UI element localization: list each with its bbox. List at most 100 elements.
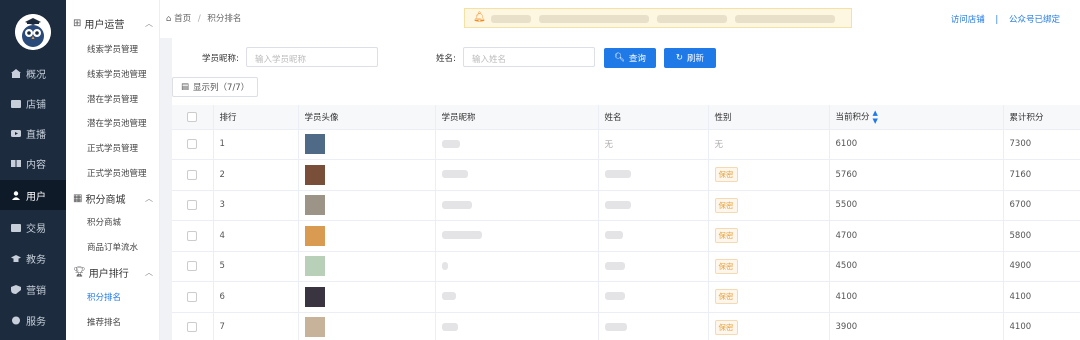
book-icon <box>11 159 21 168</box>
nickname-blurred <box>441 261 448 270</box>
nickname-cell <box>435 281 599 313</box>
header-current-points[interactable]: 当前积分 ▲ ▼ <box>829 105 1004 130</box>
submenu-item[interactable]: 积分商城 <box>87 216 121 228</box>
total-points-cell: 4100 <box>1003 281 1080 313</box>
header-gender: 性别 <box>708 105 830 130</box>
shop-icon <box>11 99 21 108</box>
avatar-cell <box>298 251 436 282</box>
display-columns-button[interactable]: ▤ 显示列（7/7） <box>172 77 259 97</box>
gender-tag: 保密 <box>714 167 738 183</box>
main-nav: 概况 店铺 直播 内容 用户 交易 教务 营销 服务 <box>0 0 66 340</box>
select-cell <box>172 281 214 313</box>
select-all-checkbox[interactable] <box>187 111 198 122</box>
table-row[interactable]: 6 保密 4100 4100 <box>172 281 1080 313</box>
current-points-cell: 3900 <box>829 312 1004 340</box>
live-icon <box>11 129 21 138</box>
name-cell <box>598 312 709 340</box>
select-cell <box>172 159 214 191</box>
submenu-group-ranking[interactable]: 🏆︎ 用户排行 ︿ <box>73 265 153 280</box>
group-title: 用户运营 <box>84 20 125 31</box>
nav-item-trade[interactable]: 交易 <box>0 212 66 242</box>
official-account-link[interactable]: 公众号已绑定 <box>1009 15 1060 25</box>
refresh-icon: ↻ <box>675 53 684 63</box>
gender-tag: 保密 <box>714 319 738 335</box>
table-row[interactable]: 1 无 无 6100 7300 <box>172 129 1080 160</box>
gender-cell: 保密 <box>708 159 830 191</box>
name-blurred <box>604 322 627 331</box>
display-columns-label: 显示列（7/7） <box>193 83 250 93</box>
home-icon: ⌂ <box>166 14 172 24</box>
table-row[interactable]: 4 保密 4700 5800 <box>172 220 1080 252</box>
name-cell: 无 <box>598 129 709 160</box>
chevron-up-icon: ︿ <box>145 194 153 203</box>
table-row[interactable]: 2 保密 5760 7160 <box>172 159 1080 191</box>
owl-logo[interactable] <box>15 14 51 50</box>
submenu-item[interactable]: 线索学员管理 <box>87 43 138 55</box>
current-points-cell: 6100 <box>829 129 1004 160</box>
select-cell <box>172 190 214 221</box>
avatar-cell <box>298 220 436 252</box>
row-checkbox[interactable] <box>187 230 198 241</box>
nav-item-service[interactable]: 服务 <box>0 305 66 335</box>
nickname-blurred <box>441 292 456 301</box>
row-checkbox[interactable] <box>187 291 198 302</box>
total-points-cell: 7160 <box>1003 159 1080 191</box>
nav-item-label: 直播 <box>26 129 46 141</box>
rank-cell: 6 <box>213 281 299 313</box>
table-row[interactable]: 7 保密 3900 4100 <box>172 312 1080 340</box>
avatar-cell <box>298 190 436 221</box>
select-cell <box>172 312 214 340</box>
submenu-item-points-ranking[interactable]: 积分排名 <box>87 291 121 303</box>
row-checkbox[interactable] <box>187 139 198 149</box>
total-points-cell: 4900 <box>1003 251 1080 282</box>
nickname-blurred <box>441 139 460 148</box>
row-checkbox[interactable] <box>187 200 198 210</box>
nav-item-shop[interactable]: 店铺 <box>0 88 66 118</box>
row-checkbox[interactable] <box>187 322 198 332</box>
submenu-item[interactable]: 正式学员池管理 <box>87 167 147 179</box>
submenu-item[interactable]: 商品订单流水 <box>87 241 138 253</box>
notice-bar[interactable]: 🔔︎ <box>464 8 852 28</box>
refresh-button[interactable]: ↻ 刷新 <box>664 48 716 68</box>
total-points-cell: 6700 <box>1003 190 1080 221</box>
nav-item-label: 用户 <box>26 191 46 203</box>
nav-item-content[interactable]: 内容 <box>0 148 66 178</box>
nav-item-overview[interactable]: 概况 <box>0 58 66 88</box>
search-button[interactable]: 🔍︎ 查询 <box>604 48 656 68</box>
current-points-cell: 4700 <box>829 220 1004 252</box>
nav-item-academic[interactable]: 教务 <box>0 243 66 273</box>
sort-icon[interactable]: ▲ ▼ <box>873 109 878 125</box>
table-row[interactable]: 3 保密 5500 6700 <box>172 190 1080 221</box>
gender-tag: 保密 <box>714 197 738 213</box>
submenu-item[interactable]: 正式学员管理 <box>87 142 138 154</box>
row-checkbox[interactable] <box>187 261 198 271</box>
select-cell <box>172 129 214 160</box>
header-name: 姓名 <box>598 105 709 130</box>
home-icon <box>11 68 21 78</box>
total-points-cell: 7300 <box>1003 129 1080 160</box>
breadcrumb-home[interactable]: 首页 <box>174 14 191 24</box>
nav-item-marketing[interactable]: 营销 <box>0 274 66 304</box>
name-label: 姓名: <box>436 54 456 64</box>
avatar <box>304 225 325 246</box>
name-blurred <box>604 231 623 240</box>
submenu-group-points-mall[interactable]: ▦ 积分商城 ︿ <box>73 191 153 206</box>
nickname-input[interactable]: 输入学员昵称 <box>246 47 378 67</box>
top-links: 访问店铺 | 公众号已绑定 <box>951 13 1060 25</box>
nav-item-user[interactable]: 用户 <box>0 180 66 210</box>
submenu-item[interactable]: 潜在学员池管理 <box>87 117 147 129</box>
total-points-cell: 4100 <box>1003 312 1080 340</box>
table-row[interactable]: 5 保密 4500 4900 <box>172 251 1080 282</box>
nickname-blurred <box>441 322 458 331</box>
nav-item-live[interactable]: 直播 <box>0 118 66 148</box>
row-checkbox[interactable] <box>187 169 198 180</box>
submenu-item[interactable]: 线索学员池管理 <box>87 68 147 80</box>
submenu-item[interactable]: 推荐排名 <box>87 316 121 328</box>
breadcrumb-separator: / <box>197 14 201 24</box>
submenu-group-user-ops[interactable]: ⊞ 用户运营 ︿ <box>73 16 153 31</box>
submenu-item[interactable]: 潜在学员管理 <box>87 93 138 105</box>
name-input[interactable]: 输入姓名 <box>463 47 595 67</box>
visit-store-link[interactable]: 访问店铺 <box>951 15 985 25</box>
table-icon: ▤ <box>181 82 190 92</box>
nickname-cell <box>435 312 599 340</box>
